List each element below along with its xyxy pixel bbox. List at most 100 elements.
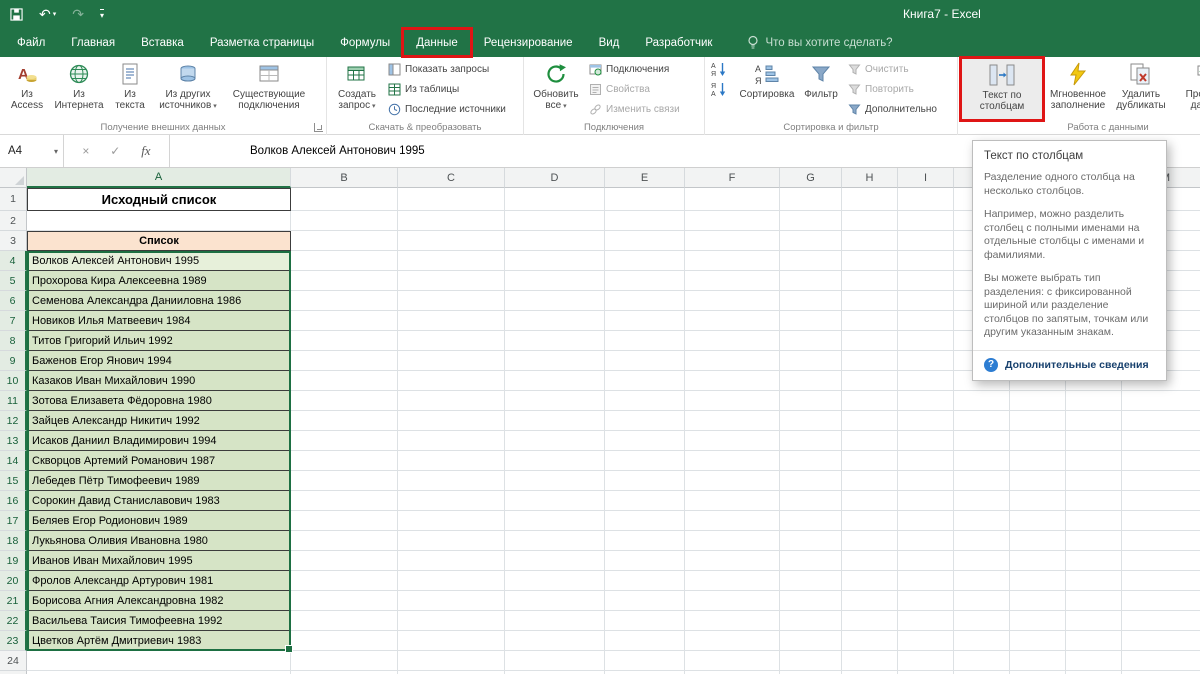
cell-H5[interactable] <box>842 271 898 291</box>
cell-I12[interactable] <box>898 411 954 431</box>
cell-G24[interactable] <box>780 651 842 671</box>
cell-B2[interactable] <box>291 211 398 231</box>
cell-A23[interactable]: Цветков Артём Дмитриевич 1983 <box>27 631 291 651</box>
column-header-H[interactable]: H <box>842 168 898 188</box>
cell-D2[interactable] <box>505 211 605 231</box>
cell-F20[interactable] <box>685 571 780 591</box>
cell-E12[interactable] <box>605 411 685 431</box>
edit-links-button[interactable]: Изменить связи <box>585 99 701 119</box>
cell-I9[interactable] <box>898 351 954 371</box>
cell-G13[interactable] <box>780 431 842 451</box>
cell-J17[interactable] <box>954 511 1010 531</box>
advanced-filter-button[interactable]: Дополнительно <box>844 99 952 119</box>
cell-G6[interactable] <box>780 291 842 311</box>
cell-D5[interactable] <box>505 271 605 291</box>
row-header-10[interactable]: 10 <box>0 371 27 391</box>
cell-J12[interactable] <box>954 411 1010 431</box>
cell-E10[interactable] <box>605 371 685 391</box>
cell-F4[interactable] <box>685 251 780 271</box>
cell-I24[interactable] <box>898 651 954 671</box>
cell-F23[interactable] <box>685 631 780 651</box>
cell-C15[interactable] <box>398 471 505 491</box>
tell-me[interactable]: Что вы хотите сделать? <box>747 28 893 57</box>
cell-K15[interactable] <box>1010 471 1066 491</box>
cell-L12[interactable] <box>1066 411 1122 431</box>
cell-F1[interactable] <box>685 188 780 211</box>
from-table-button[interactable]: Из таблицы <box>384 79 520 99</box>
cell-M23[interactable] <box>1122 631 1200 651</box>
cell-J11[interactable] <box>954 391 1010 411</box>
more-info-link[interactable]: Дополнительные сведения <box>1005 359 1149 371</box>
cell-F16[interactable] <box>685 491 780 511</box>
tab-formulas[interactable]: Формулы <box>327 28 403 57</box>
cell-I3[interactable] <box>898 231 954 251</box>
cell-B13[interactable] <box>291 431 398 451</box>
cell-D19[interactable] <box>505 551 605 571</box>
row-header-8[interactable]: 8 <box>0 331 27 351</box>
cell-E20[interactable] <box>605 571 685 591</box>
cell-G5[interactable] <box>780 271 842 291</box>
cell-A12[interactable]: Зайцев Александр Никитич 1992 <box>27 411 291 431</box>
cell-K22[interactable] <box>1010 611 1066 631</box>
cell-C19[interactable] <box>398 551 505 571</box>
cell-A17[interactable]: Беляев Егор Родионович 1989 <box>27 511 291 531</box>
cell-A10[interactable]: Казаков Иван Михайлович 1990 <box>27 371 291 391</box>
cell-I13[interactable] <box>898 431 954 451</box>
cell-F3[interactable] <box>685 231 780 251</box>
cell-D16[interactable] <box>505 491 605 511</box>
cell-J20[interactable] <box>954 571 1010 591</box>
cell-I6[interactable] <box>898 291 954 311</box>
cell-H4[interactable] <box>842 251 898 271</box>
cell-G3[interactable] <box>780 231 842 251</box>
column-header-A[interactable]: A <box>27 168 291 188</box>
cell-E5[interactable] <box>605 271 685 291</box>
from-text-button[interactable]: Из текста <box>107 58 153 120</box>
cell-L24[interactable] <box>1066 651 1122 671</box>
cell-A3[interactable]: Список <box>27 231 291 251</box>
row-header-5[interactable]: 5 <box>0 271 27 291</box>
tab-developer[interactable]: Разработчик <box>632 28 725 57</box>
cell-B3[interactable] <box>291 231 398 251</box>
cell-E14[interactable] <box>605 451 685 471</box>
column-header-D[interactable]: D <box>505 168 605 188</box>
sort-button[interactable]: АЯ Сортировка <box>736 58 798 120</box>
cell-G2[interactable] <box>780 211 842 231</box>
row-header-12[interactable]: 12 <box>0 411 27 431</box>
cell-F17[interactable] <box>685 511 780 531</box>
cell-K19[interactable] <box>1010 551 1066 571</box>
cell-M16[interactable] <box>1122 491 1200 511</box>
cell-K24[interactable] <box>1010 651 1066 671</box>
cell-K18[interactable] <box>1010 531 1066 551</box>
column-header-C[interactable]: C <box>398 168 505 188</box>
cell-J15[interactable] <box>954 471 1010 491</box>
cell-H3[interactable] <box>842 231 898 251</box>
cell-F14[interactable] <box>685 451 780 471</box>
connections-button[interactable]: Подключения <box>585 59 701 79</box>
cell-B20[interactable] <box>291 571 398 591</box>
cell-I10[interactable] <box>898 371 954 391</box>
cell-B16[interactable] <box>291 491 398 511</box>
customize-quick-access-icon[interactable]: ▾ <box>99 5 104 23</box>
cell-A22[interactable]: Васильева Таисия Тимофеевна 1992 <box>27 611 291 631</box>
cell-C10[interactable] <box>398 371 505 391</box>
cell-A13[interactable]: Исаков Даниил Владимирович 1994 <box>27 431 291 451</box>
row-header-6[interactable]: 6 <box>0 291 27 311</box>
cell-B15[interactable] <box>291 471 398 491</box>
cell-B12[interactable] <box>291 411 398 431</box>
row-header-17[interactable]: 17 <box>0 511 27 531</box>
cell-C2[interactable] <box>398 211 505 231</box>
cell-H2[interactable] <box>842 211 898 231</box>
cell-D10[interactable] <box>505 371 605 391</box>
cell-H14[interactable] <box>842 451 898 471</box>
cell-F8[interactable] <box>685 331 780 351</box>
enter-icon[interactable]: ✓ <box>110 144 120 158</box>
other-sources-button[interactable]: Из других источников <box>153 58 223 120</box>
cell-G7[interactable] <box>780 311 842 331</box>
cell-C13[interactable] <box>398 431 505 451</box>
cell-A21[interactable]: Борисова Агния Александровна 1982 <box>27 591 291 611</box>
cell-F10[interactable] <box>685 371 780 391</box>
cell-G21[interactable] <box>780 591 842 611</box>
cell-I18[interactable] <box>898 531 954 551</box>
cell-C21[interactable] <box>398 591 505 611</box>
cell-E17[interactable] <box>605 511 685 531</box>
